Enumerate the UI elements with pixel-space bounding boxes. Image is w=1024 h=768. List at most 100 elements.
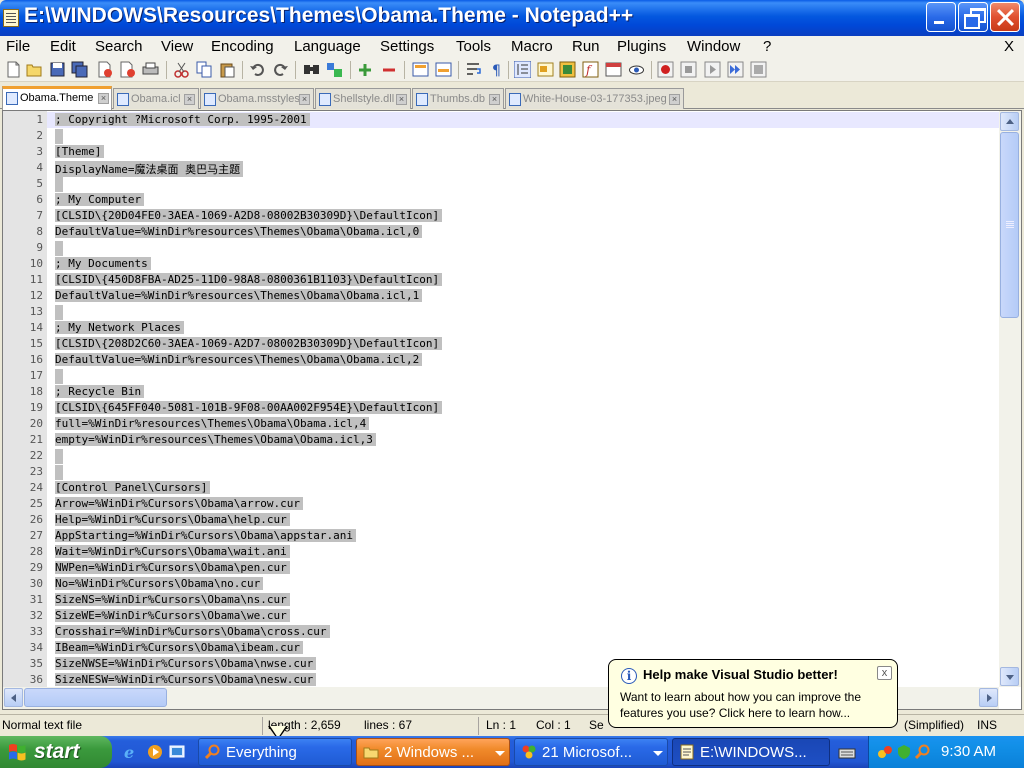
menu-edit[interactable]: Edit [50, 38, 76, 55]
tab-obama-icl[interactable]: Obama.icl × [113, 88, 199, 109]
code-line[interactable]: [CLSID\{208D2C60-3AEA-1069-A2D7-08002B30… [47, 336, 999, 352]
scroll-left-arrow-icon[interactable] [4, 688, 23, 707]
code-line[interactable]: Wait=%WinDir%Cursors\Obama\wait.ani [47, 544, 999, 560]
open-file-icon[interactable] [26, 61, 43, 78]
code-line[interactable]: Arrow=%WinDir%Cursors\Obama\arrow.cur [47, 496, 999, 512]
code-line[interactable] [47, 240, 999, 256]
word-wrap-icon[interactable] [466, 61, 483, 78]
network-icon[interactable] [877, 744, 893, 760]
print-icon[interactable] [142, 61, 159, 78]
menu-tools[interactable]: Tools [456, 38, 491, 55]
notepad-icon[interactable] [3, 9, 19, 27]
show-all-characters-icon[interactable]: ¶ [489, 61, 506, 78]
close-button[interactable] [990, 2, 1020, 32]
vertical-scrollbar[interactable] [999, 111, 1021, 687]
balloon-message[interactable]: Want to learn about how you can improve … [620, 689, 892, 721]
play-macro-icon[interactable] [704, 61, 721, 78]
menu-window[interactable]: Window [687, 38, 740, 55]
code-line[interactable]: [Theme] [47, 144, 999, 160]
menu-view[interactable]: View [161, 38, 193, 55]
zoom-out-icon[interactable] [381, 61, 398, 78]
code-line[interactable]: No=%WinDir%Cursors\Obama\no.cur [47, 576, 999, 592]
cut-icon[interactable] [173, 61, 190, 78]
menu-search[interactable]: Search [95, 38, 143, 55]
record-macro-icon[interactable] [657, 61, 674, 78]
tab-obama-msstyles[interactable]: Obama.msstyles × [200, 88, 314, 109]
code-line[interactable] [47, 448, 999, 464]
close-all-icon[interactable] [119, 61, 136, 78]
tab-close-icon[interactable]: × [98, 93, 109, 104]
document-map-icon[interactable] [559, 61, 576, 78]
internet-explorer-icon[interactable]: e [122, 743, 140, 761]
code-line[interactable]: [Control Panel\Cursors] [47, 480, 999, 496]
code-line[interactable]: DefaultValue=%WinDir%resources\Themes\Ob… [47, 288, 999, 304]
code-line[interactable]: ; My Documents [47, 256, 999, 272]
menu-help[interactable]: ? [763, 38, 771, 55]
security-shield-icon[interactable] [896, 744, 912, 760]
code-line[interactable]: empty=%WinDir%resources\Themes\Obama\Oba… [47, 432, 999, 448]
tab-thumbs-db[interactable]: Thumbs.db × [412, 88, 504, 109]
save-icon[interactable] [49, 61, 66, 78]
code-line[interactable]: SizeNS=%WinDir%Cursors\Obama\ns.cur [47, 592, 999, 608]
menu-language[interactable]: Language [294, 38, 361, 55]
taskbar-button-notepad[interactable]: E:\WINDOWS... [672, 738, 830, 766]
code-line[interactable]: ; My Computer [47, 192, 999, 208]
save-all-icon[interactable] [71, 61, 88, 78]
code-line[interactable]: NWPen=%WinDir%Cursors\Obama\pen.cur [47, 560, 999, 576]
tab-shellstyle-dll[interactable]: Shellstyle.dll × [315, 88, 411, 109]
minimize-button[interactable] [926, 2, 956, 32]
menu-settings[interactable]: Settings [380, 38, 434, 55]
code-line[interactable] [47, 176, 999, 192]
indent-guide-icon[interactable] [514, 61, 531, 78]
close-document-button[interactable]: X [1004, 38, 1014, 55]
tab-white-house-jpeg[interactable]: White-House-03-177353.jpeg × [505, 88, 684, 109]
code-line[interactable]: ; Recycle Bin [47, 384, 999, 400]
function-list-icon[interactable]: f [582, 61, 599, 78]
sync-horizontal-icon[interactable] [435, 61, 452, 78]
code-line[interactable]: ; Copyright ?Microsoft Corp. 1995-2001 [47, 112, 999, 128]
media-player-icon[interactable] [146, 743, 164, 761]
code-line[interactable]: DefaultValue=%WinDir%resources\Themes\Ob… [47, 352, 999, 368]
code-line[interactable]: ; My Network Places [47, 320, 999, 336]
title-bar[interactable]: E:\WINDOWS\Resources\Themes\Obama.Theme … [0, 0, 1024, 36]
user-language-icon[interactable] [537, 61, 554, 78]
save-macro-icon[interactable] [750, 61, 767, 78]
keyboard-icon[interactable] [838, 744, 856, 762]
code-line[interactable] [47, 128, 999, 144]
menu-file[interactable]: File [6, 38, 30, 55]
find-icon[interactable] [303, 61, 320, 78]
paste-icon[interactable] [219, 61, 236, 78]
taskbar-button-everything[interactable]: Everything [198, 738, 352, 766]
clock[interactable]: 9:30 AM [941, 743, 996, 760]
redo-icon[interactable] [272, 61, 289, 78]
code-line[interactable]: Crosshair=%WinDir%Cursors\Obama\cross.cu… [47, 624, 999, 640]
run-macro-multiple-icon[interactable] [727, 61, 744, 78]
new-file-icon[interactable] [5, 61, 22, 78]
replace-icon[interactable] [326, 61, 343, 78]
balloon-close-icon[interactable]: x [877, 666, 892, 680]
show-desktop-icon[interactable] [168, 743, 186, 761]
scroll-right-arrow-icon[interactable] [979, 688, 998, 707]
code-line[interactable]: [CLSID\{645FF040-5081-101B-9F08-00AA002F… [47, 400, 999, 416]
code-line[interactable]: full=%WinDir%resources\Themes\Obama\Obam… [47, 416, 999, 432]
folder-workspace-icon[interactable] [605, 61, 622, 78]
code-line[interactable]: SizeWE=%WinDir%Cursors\Obama\we.cur [47, 608, 999, 624]
tab-close-icon[interactable]: × [299, 94, 310, 105]
search-icon[interactable] [915, 744, 931, 760]
tab-close-icon[interactable]: × [396, 94, 407, 105]
code-line[interactable]: IBeam=%WinDir%Cursors\Obama\ibeam.cur [47, 640, 999, 656]
menu-run[interactable]: Run [572, 38, 600, 55]
restore-button[interactable] [958, 2, 988, 32]
stop-recording-icon[interactable] [680, 61, 697, 78]
menu-plugins[interactable]: Plugins [617, 38, 666, 55]
vertical-scroll-thumb[interactable] [1000, 132, 1019, 318]
copy-icon[interactable] [196, 61, 213, 78]
taskbar-button-windows-explorer-group[interactable]: 2 Windows ... [356, 738, 510, 766]
taskbar-button-microsoft-group[interactable]: 21 Microsof... [514, 738, 668, 766]
zoom-in-icon[interactable] [357, 61, 374, 78]
tab-close-icon[interactable]: × [184, 94, 195, 105]
horizontal-scroll-thumb[interactable] [24, 688, 167, 707]
close-file-icon[interactable] [96, 61, 113, 78]
code-line[interactable]: DisplayName=魔法桌面 奥巴马主题 [47, 160, 999, 177]
tab-close-icon[interactable]: × [489, 94, 500, 105]
